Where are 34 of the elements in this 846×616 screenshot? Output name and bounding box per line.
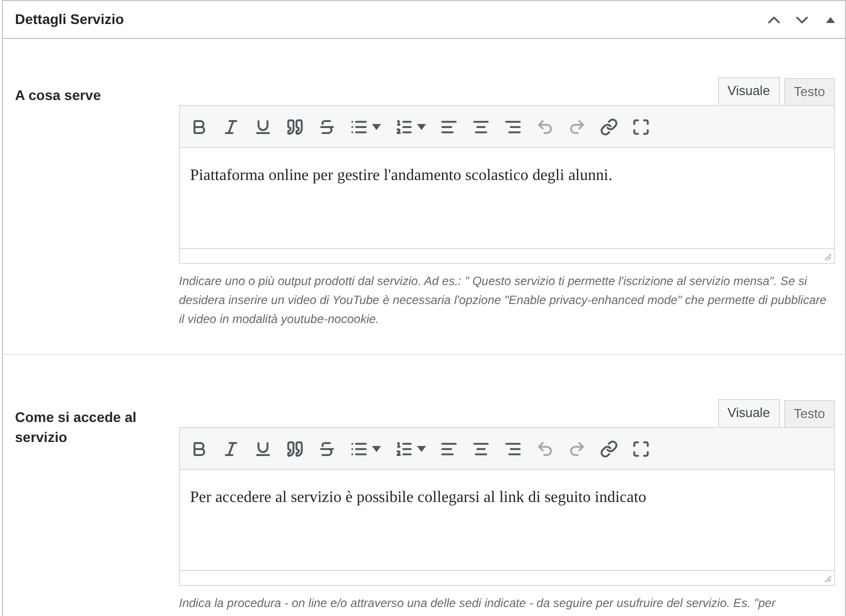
editor-tab[interactable]: Visuale [718, 77, 780, 105]
undo-icon [536, 440, 554, 458]
numbered-list-icon [395, 440, 413, 458]
field-label: A cosa serve [15, 86, 102, 105]
redo-icon [568, 440, 586, 458]
quote-icon [286, 118, 304, 136]
italic-icon [222, 440, 240, 458]
redo-icon [568, 118, 586, 136]
field-label: Come si accede al servizio [15, 408, 138, 447]
resize-handle-icon[interactable] [824, 575, 832, 583]
link-icon [600, 440, 618, 458]
undo-icon [536, 118, 554, 136]
fullscreen-icon [632, 118, 650, 136]
strikethrough-icon [318, 440, 336, 458]
dropdown-caret-icon [372, 446, 381, 452]
help-text: Indicare uno o più output prodotti dal servizio. Ad es.: " Questo servizio ti permette l'iscrizione al servizio mensa". Se si desidera inserire un video di YouTube è necessaria l'opzione "Enable privacy-enhanced mode" che permette di pubblicare il video in modalità youtube-nocookie. [179, 273, 828, 328]
panel-title: Dettagli Servizio [15, 10, 125, 29]
link-icon [600, 118, 618, 136]
underline-icon [254, 440, 272, 458]
editor-tab[interactable]: Testo [784, 400, 835, 428]
numbered-list-icon [395, 118, 413, 136]
dropdown-caret-icon [372, 124, 381, 130]
fullscreen-icon [632, 440, 650, 458]
dropdown-caret-icon [417, 124, 426, 130]
underline-icon [254, 118, 272, 136]
italic-icon [222, 118, 240, 136]
quote-icon [286, 440, 304, 458]
dropdown-caret-icon [417, 446, 426, 452]
help-text: Indica la procedura - on line e/o attraverso una delle sedi indicate - da seguire per usufruire del servizio. Es. "per [179, 595, 777, 612]
collapse-icon[interactable] [826, 16, 835, 22]
strikethrough-icon [318, 118, 336, 136]
resize-handle-icon[interactable] [824, 253, 832, 261]
editor-tab[interactable]: Testo [784, 78, 835, 106]
editor-tab[interactable]: Visuale [718, 399, 780, 427]
